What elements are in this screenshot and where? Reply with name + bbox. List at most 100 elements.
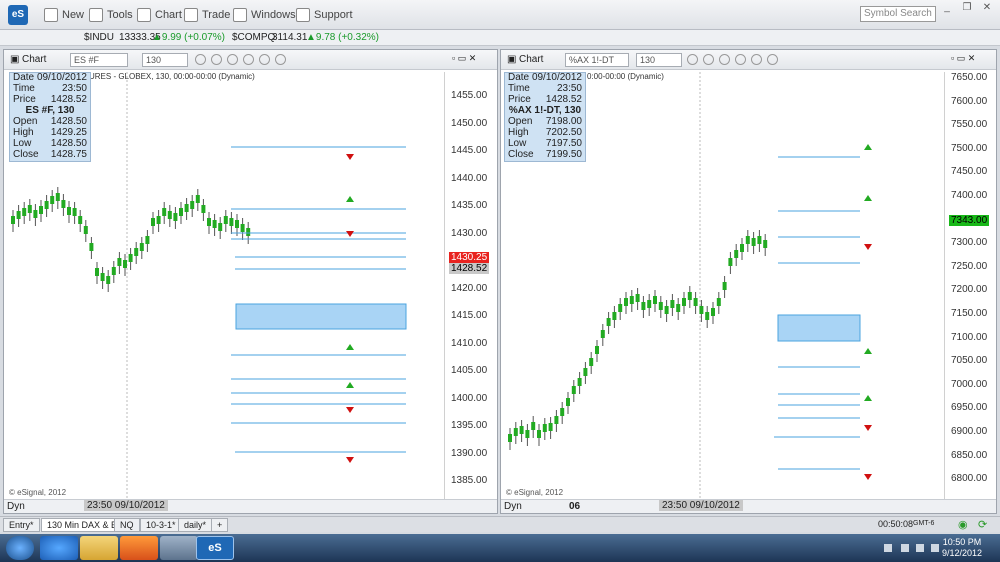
ticker-change: ▲9.78 (+0.32%)	[306, 32, 379, 43]
time-cursor-label: 23:50 09/10/2012	[659, 500, 743, 511]
copyright: © eSignal, 2012	[9, 488, 67, 497]
symbol-select[interactable]: ES #F	[70, 53, 128, 67]
candle-body	[647, 300, 652, 308]
minimize-icon[interactable]: _	[940, 2, 954, 14]
dw-time: 23:50	[556, 82, 582, 94]
tray-arrow-icon[interactable]	[884, 544, 892, 552]
tray-flag-icon[interactable]	[901, 544, 909, 552]
candle-body	[128, 254, 133, 262]
window-controls[interactable]: ▫ ▭ ✕	[951, 53, 975, 64]
trade-button[interactable]: Trade	[184, 7, 230, 23]
chart-button[interactable]: Chart	[137, 7, 182, 23]
tray-volume-icon[interactable]	[931, 544, 939, 552]
tab-10-3-1[interactable]: 10-3-1*	[140, 518, 182, 532]
media-player-icon[interactable]	[120, 536, 158, 560]
left-chart-window[interactable]: ▣ Chart ES #F 130 ▫ ▭ ✕ URES - GLOBEX, 1…	[3, 49, 498, 514]
candle-body	[595, 346, 599, 354]
candle-body	[699, 306, 704, 314]
chart-icon: ▣	[10, 54, 20, 65]
candle-body	[223, 216, 228, 224]
dw-close: 1428.75	[50, 148, 87, 160]
file-explorer-icon[interactable]	[80, 536, 118, 560]
add-tab-button[interactable]: +	[211, 518, 229, 532]
tab-entry[interactable]: Entry*	[3, 518, 40, 532]
right-chart-window[interactable]: ▣ Chart %AX 1!-DT 130 ▫ ▭ ✕ 0:00-00:00 (…	[500, 49, 997, 514]
cursor-icon[interactable]	[243, 54, 254, 65]
close-icon[interactable]: ✕	[980, 2, 994, 14]
dw-label: Close	[13, 148, 39, 160]
tools-button[interactable]: Tools	[89, 7, 133, 23]
window-controls[interactable]: ▫ ▭ ✕	[452, 53, 476, 64]
candle-body	[229, 218, 234, 226]
esignal-logo[interactable]: eS	[8, 5, 28, 25]
tools-label: Tools	[107, 9, 133, 21]
restore-icon[interactable]: ❐	[960, 2, 974, 14]
arrow-down-marker	[346, 154, 354, 160]
zoom-out-icon[interactable]	[227, 54, 238, 65]
last-price-flag: 7343.00	[949, 215, 990, 226]
remote-desktop-icon[interactable]	[160, 536, 198, 560]
axis-tick-label: 1455.00	[451, 90, 488, 101]
symbol-search-input[interactable]: Symbol Search	[860, 6, 936, 22]
zoom-in-icon[interactable]	[195, 54, 206, 65]
refresh-icon[interactable]: ⟳	[978, 518, 987, 531]
candle-body	[687, 292, 692, 300]
cursor-icon[interactable]	[735, 54, 746, 65]
candle-body	[537, 430, 541, 438]
dyn-toggle[interactable]: Dyn	[7, 501, 25, 512]
arrow-up-marker	[864, 195, 872, 201]
chart-icon: ▣	[507, 54, 517, 65]
axis-tick-label: 7200.00	[951, 284, 988, 296]
interval-select[interactable]: 130	[142, 53, 188, 67]
connection-status-icon[interactable]: ◉	[958, 518, 968, 531]
candle-body	[50, 196, 55, 204]
candle-body	[734, 250, 739, 258]
ticker-symbol[interactable]: $INDU	[84, 32, 114, 43]
candle-body	[728, 258, 733, 266]
zoom-in-icon[interactable]	[687, 54, 698, 65]
candle-body	[235, 220, 239, 228]
esignal-taskbar-icon[interactable]: eS	[196, 536, 234, 560]
dw-close: 7199.50	[545, 148, 582, 160]
page-tabs: Entry* 130 Min DAX & ES* NQ 10-3-1* dail…	[0, 516, 1000, 532]
support-icon	[296, 8, 310, 22]
candle-body	[693, 298, 698, 306]
draw-icon[interactable]	[703, 54, 714, 65]
candle-body	[27, 205, 32, 213]
tab-nq[interactable]: NQ	[114, 518, 140, 532]
new-button[interactable]: New	[44, 7, 84, 23]
candle-body	[145, 236, 150, 244]
left-price-axis[interactable]: 1455.00 1450.00 1445.00 1440.00 1435.00 1430.…	[444, 72, 494, 502]
link-icon[interactable]	[259, 54, 270, 65]
candle-body	[705, 312, 710, 320]
properties-icon[interactable]	[275, 54, 286, 65]
candle-body	[89, 243, 94, 251]
link-icon[interactable]	[751, 54, 762, 65]
candle-body	[190, 201, 195, 209]
interval-select[interactable]: 130	[636, 53, 682, 67]
candle-body	[218, 223, 223, 231]
clock-time: 10:50 PM	[942, 537, 982, 547]
properties-icon[interactable]	[767, 54, 778, 65]
windows-button[interactable]: Windows	[233, 7, 296, 23]
draw-icon[interactable]	[211, 54, 222, 65]
support-button[interactable]: Support	[296, 7, 353, 23]
tab-daily[interactable]: daily*	[178, 518, 213, 532]
candle-body	[117, 258, 122, 266]
start-button-icon[interactable]	[6, 536, 34, 560]
ticker-symbol[interactable]: $COMPQ	[232, 32, 275, 43]
time-axis: Dyn 06 23:50 09/10/2012	[501, 499, 996, 513]
windows-label: Windows	[251, 9, 296, 21]
axis-tick-label: 6800.00	[951, 473, 988, 485]
dyn-toggle[interactable]: Dyn	[504, 501, 522, 512]
internet-explorer-icon[interactable]	[40, 536, 78, 560]
axis-tick-label: 1445.00	[451, 145, 488, 156]
tray-network-icon[interactable]	[916, 544, 924, 552]
dw-label: Price	[508, 93, 531, 105]
date-tick: 06	[569, 501, 581, 512]
symbol-select[interactable]: %AX 1!-DT	[565, 53, 629, 67]
arrow-down-marker	[864, 474, 872, 480]
right-price-axis[interactable]: 7650.00 7600.00 7550.00 7500.00 7450.00 7400.…	[944, 72, 994, 502]
system-clock[interactable]: 10:50 PM 9/12/2012	[942, 537, 982, 559]
zoom-out-icon[interactable]	[719, 54, 730, 65]
